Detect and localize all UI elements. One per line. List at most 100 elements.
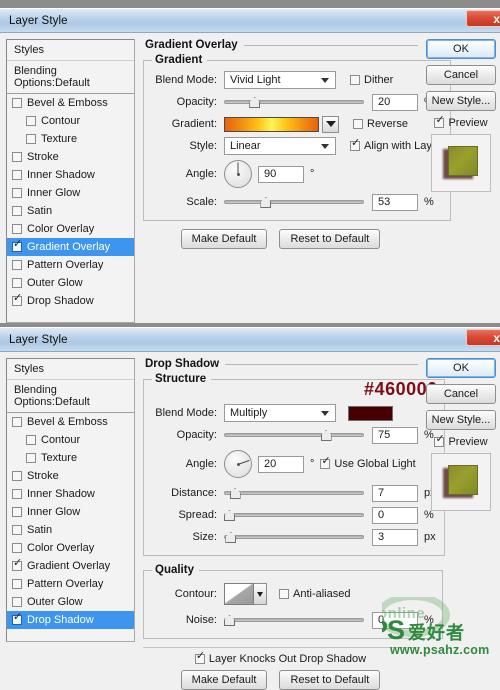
use-global-light-checkbox-row[interactable]: Use Global Light <box>320 458 415 470</box>
blending-options-item[interactable]: Blending Options:Default <box>7 61 134 94</box>
sidebar-item-satin[interactable]: Satin <box>7 521 134 539</box>
sidebar-item-stroke[interactable]: Stroke <box>7 467 134 485</box>
sidebar-item-inner-shadow[interactable]: Inner Shadow <box>7 166 134 184</box>
sidebar-item-outer-glow[interactable]: Outer Glow <box>7 274 134 292</box>
new-style-button[interactable]: New Style... <box>426 91 496 111</box>
opacity-slider[interactable] <box>224 93 364 111</box>
checkbox-preview[interactable] <box>434 437 444 447</box>
checkbox-bevel-emboss[interactable] <box>12 98 22 108</box>
contour-control[interactable] <box>224 583 267 605</box>
checkbox-texture[interactable] <box>26 134 36 144</box>
close-icon[interactable]: x <box>466 10 500 27</box>
sidebar-item-contour[interactable]: Contour <box>7 112 134 130</box>
sidebar-item-pattern-overlay[interactable]: Pattern Overlay <box>7 256 134 274</box>
size-slider[interactable] <box>224 528 364 546</box>
checkbox-use-global-light[interactable] <box>320 459 330 469</box>
knockout-checkbox-row[interactable]: Layer Knocks Out Drop Shadow <box>143 653 418 665</box>
titlebar[interactable]: Layer Style x <box>0 328 500 352</box>
noise-input[interactable]: 0 <box>372 612 418 629</box>
ok-button[interactable]: OK <box>426 358 496 378</box>
sidebar-item-color-overlay[interactable]: Color Overlay <box>7 220 134 238</box>
checkbox-contour[interactable] <box>26 116 36 126</box>
reset-to-default-button[interactable]: Reset to Default <box>279 229 380 249</box>
noise-slider[interactable] <box>224 611 364 629</box>
sidebar-item-gradient-overlay[interactable]: Gradient Overlay <box>7 238 134 256</box>
checkbox-color-overlay[interactable] <box>12 543 22 553</box>
scale-slider[interactable] <box>224 193 364 211</box>
sidebar-item-color-overlay[interactable]: Color Overlay <box>7 539 134 557</box>
size-input[interactable]: 3 <box>372 529 418 546</box>
sidebar-item-outer-glow[interactable]: Outer Glow <box>7 593 134 611</box>
contour-swatch[interactable] <box>224 583 254 605</box>
checkbox-dither[interactable] <box>350 75 360 85</box>
checkbox-bevel-emboss[interactable] <box>12 417 22 427</box>
checkbox-color-overlay[interactable] <box>12 224 22 234</box>
checkbox-drop-shadow[interactable] <box>12 615 22 625</box>
slider-thumb[interactable] <box>260 197 271 208</box>
sidebar-item-inner-shadow[interactable]: Inner Shadow <box>7 485 134 503</box>
sidebar-item-inner-glow[interactable]: Inner Glow <box>7 503 134 521</box>
checkbox-pattern-overlay[interactable] <box>12 579 22 589</box>
checkbox-gradient-overlay[interactable] <box>12 561 22 571</box>
angle-input[interactable]: 90 <box>258 166 304 183</box>
sidebar-item-bevel-emboss[interactable]: Bevel & Emboss <box>7 413 134 431</box>
distance-slider[interactable] <box>224 484 364 502</box>
make-default-button[interactable]: Make Default <box>181 670 268 690</box>
spread-slider[interactable] <box>224 506 364 524</box>
checkbox-drop-shadow[interactable] <box>12 296 22 306</box>
checkbox-inner-shadow[interactable] <box>12 489 22 499</box>
checkbox-anti-aliased[interactable] <box>279 589 289 599</box>
checkbox-inner-glow[interactable] <box>12 507 22 517</box>
make-default-button[interactable]: Make Default <box>181 229 268 249</box>
contour-dropdown[interactable] <box>254 583 267 605</box>
close-icon[interactable]: x <box>466 329 500 346</box>
opacity-slider[interactable] <box>224 426 364 444</box>
gradient-swatch[interactable] <box>224 117 319 132</box>
checkbox-inner-shadow[interactable] <box>12 170 22 180</box>
checkbox-stroke[interactable] <box>12 152 22 162</box>
slider-thumb[interactable] <box>230 488 241 499</box>
angle-dial[interactable] <box>224 160 252 188</box>
sidebar-item-drop-shadow[interactable]: Drop Shadow <box>7 292 134 310</box>
checkbox-satin[interactable] <box>12 525 22 535</box>
preview-checkbox-row[interactable]: Preview <box>426 436 496 448</box>
scale-input[interactable]: 53 <box>372 194 418 211</box>
checkbox-layer-knocks-out-drop-shadow[interactable] <box>195 654 205 664</box>
opacity-input[interactable]: 75 <box>372 427 418 444</box>
cancel-button[interactable]: Cancel <box>426 384 496 404</box>
reset-to-default-button[interactable]: Reset to Default <box>279 670 380 690</box>
sidebar-item-bevel-emboss[interactable]: Bevel & Emboss <box>7 94 134 112</box>
ok-button[interactable]: OK <box>426 39 496 59</box>
sidebar-item-drop-shadow[interactable]: Drop Shadow <box>7 611 134 629</box>
checkbox-inner-glow[interactable] <box>12 188 22 198</box>
slider-thumb[interactable] <box>249 97 260 108</box>
anti-aliased-checkbox-row[interactable]: Anti-aliased <box>279 588 350 600</box>
slider-thumb[interactable] <box>321 430 332 441</box>
checkbox-stroke[interactable] <box>12 471 22 481</box>
blend-mode-select[interactable]: Vivid Light <box>224 71 336 89</box>
titlebar[interactable]: Layer Style x <box>0 9 500 33</box>
slider-thumb[interactable] <box>224 615 235 626</box>
gradient-style-select[interactable]: Linear <box>224 137 336 155</box>
angle-dial[interactable] <box>224 450 252 478</box>
checkbox-satin[interactable] <box>12 206 22 216</box>
checkbox-reverse[interactable] <box>353 119 363 129</box>
styles-header[interactable]: Styles <box>7 359 134 380</box>
checkbox-preview[interactable] <box>434 118 444 128</box>
sidebar-item-texture[interactable]: Texture <box>7 449 134 467</box>
sidebar-item-stroke[interactable]: Stroke <box>7 148 134 166</box>
cancel-button[interactable]: Cancel <box>426 65 496 85</box>
spread-input[interactable]: 0 <box>372 507 418 524</box>
gradient-picker-dropdown[interactable] <box>322 116 339 133</box>
dither-checkbox-row[interactable]: Dither <box>350 74 393 86</box>
sidebar-item-pattern-overlay[interactable]: Pattern Overlay <box>7 575 134 593</box>
slider-thumb[interactable] <box>225 532 236 543</box>
checkbox-texture[interactable] <box>26 453 36 463</box>
checkbox-outer-glow[interactable] <box>12 278 22 288</box>
angle-input[interactable]: 20 <box>258 456 304 473</box>
distance-input[interactable]: 7 <box>372 485 418 502</box>
sidebar-item-gradient-overlay[interactable]: Gradient Overlay <box>7 557 134 575</box>
sidebar-item-satin[interactable]: Satin <box>7 202 134 220</box>
checkbox-gradient-overlay[interactable] <box>12 242 22 252</box>
sidebar-item-contour[interactable]: Contour <box>7 431 134 449</box>
